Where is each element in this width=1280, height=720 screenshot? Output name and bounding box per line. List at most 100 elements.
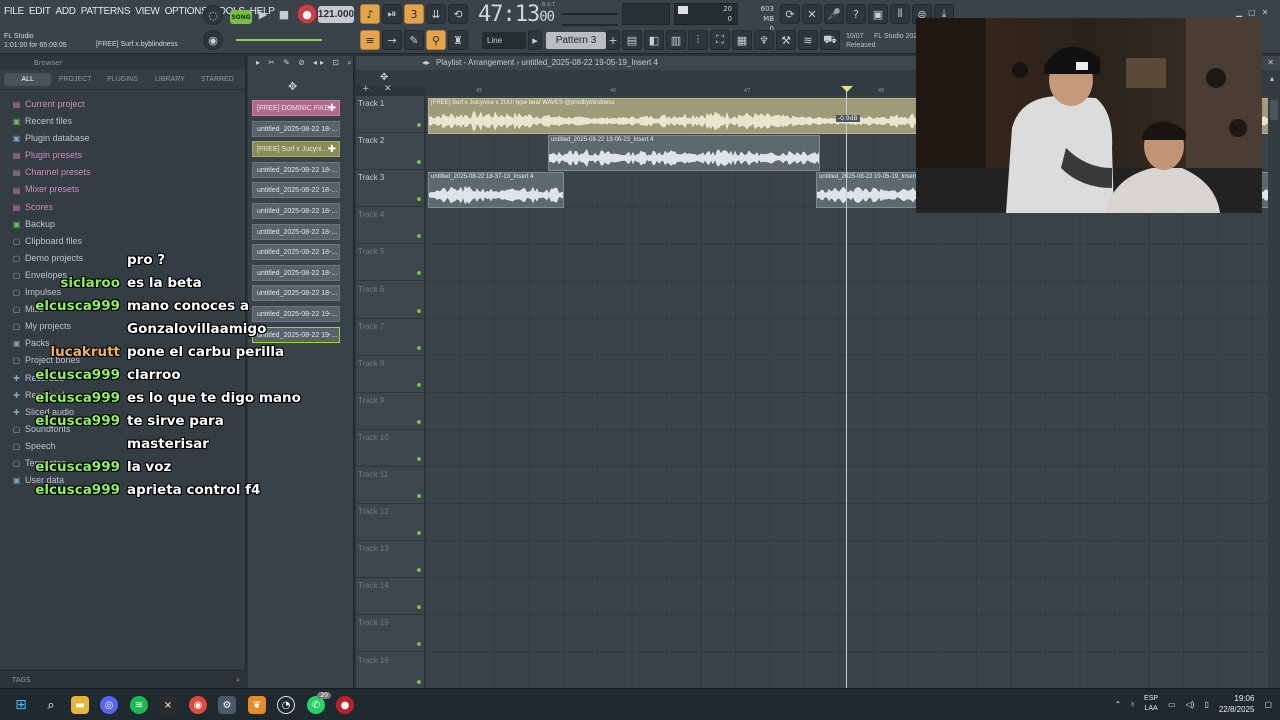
fl-studio-icon[interactable]: ❦	[248, 696, 266, 714]
track-mute-led-icon[interactable]	[417, 345, 421, 350]
picker-clip[interactable]: untitled_2025-08-22 18-...	[252, 120, 340, 137]
track-mute-led-icon[interactable]	[417, 456, 421, 461]
x-icon[interactable]: ✕	[384, 84, 392, 94]
pattern-prev-icon[interactable]: ▸	[528, 30, 542, 50]
track-header[interactable]: Track 8	[356, 356, 424, 393]
picker-clip[interactable]: untitled_2025-08-22 18-...	[252, 223, 340, 240]
browser-item[interactable]: ▢ Clipboard files	[12, 233, 245, 250]
clip-menu-icon[interactable]: ✚	[328, 142, 336, 156]
menu-patterns[interactable]: PATTERNS	[81, 6, 131, 17]
menu-add[interactable]: ADD	[56, 6, 77, 17]
browser-item[interactable]: ▢ Misc	[12, 301, 245, 318]
track-mute-led-icon[interactable]	[417, 382, 421, 387]
track-header[interactable]: Track 15	[356, 615, 424, 653]
undo-history-icon[interactable]: ⟳	[780, 4, 800, 24]
discord-icon[interactable]: ◎	[100, 696, 118, 714]
browser-item[interactable]: ▢ Templates	[12, 455, 245, 472]
playhead-marker-icon[interactable]	[841, 86, 853, 92]
plugin-picker-icon[interactable]: ▦	[732, 30, 752, 50]
browser-item[interactable]: ▢ Impulses	[12, 284, 245, 301]
picker-clip[interactable]: untitled_2025-08-22 18-...	[252, 244, 340, 261]
browser-item[interactable]: ▣ Recent files	[12, 113, 245, 130]
track-mute-led-icon[interactable]	[417, 494, 421, 499]
track-header[interactable]: Track 10	[356, 430, 424, 467]
maximize-icon[interactable]: ▢	[1248, 8, 1256, 17]
language-indicator[interactable]: ESP LAA	[1144, 694, 1158, 714]
pattern-song-toggle[interactable]: SONG	[230, 10, 252, 24]
browser-item[interactable]: ▤ Scores	[12, 199, 245, 216]
spotify-icon[interactable]: ≋	[130, 696, 148, 714]
picker-clip[interactable]: untitled_2025-08-22 18-...	[252, 161, 340, 178]
audio-clip[interactable]: untitled_2025-08-22 18-37-13_Insert 4	[428, 172, 564, 208]
stop-icon[interactable]: ■	[274, 4, 294, 24]
wave-icon[interactable]: ≋	[798, 30, 818, 50]
browser-item[interactable]: ▣ User data	[12, 472, 245, 489]
picker-clip[interactable]: [FREE] DOMINIC FIKE... ✚	[252, 100, 340, 116]
track-mute-led-icon[interactable]	[417, 123, 421, 128]
track-header[interactable]: Track 13	[356, 541, 424, 579]
browser-item[interactable]: ▣ Plugin database	[12, 130, 245, 147]
picker-clip[interactable]: untitled_2025-08-22 18-...	[252, 182, 340, 199]
track-header[interactable]: Track 7	[356, 319, 424, 356]
picker-clip[interactable]: untitled_2025-08-22 18-...	[252, 285, 340, 302]
pitch-slider[interactable]	[562, 13, 618, 15]
arrow-icon[interactable]: →	[382, 30, 402, 50]
tray-expand-icon[interactable]: ⌃	[1114, 700, 1121, 709]
picker-clip[interactable]: untitled_2025-08-22 18-...	[252, 264, 340, 281]
browser-item[interactable]: ▤ Plugin presets	[12, 147, 245, 164]
browser-item[interactable]: ▣ Packs	[12, 335, 245, 352]
browser-item[interactable]: ▢ Project bones	[12, 352, 245, 369]
tab-plugins[interactable]: PLUGINS	[99, 76, 146, 83]
countdown-icon[interactable]: 3	[404, 4, 424, 24]
menu-options[interactable]: OPTIONS	[165, 6, 208, 17]
browser-window-icon[interactable]: ⛶	[710, 30, 730, 50]
menu-edit[interactable]: EDIT	[29, 6, 51, 17]
battery-icon[interactable]: ▯	[1204, 700, 1208, 709]
whatsapp-icon[interactable]: ✆ 20	[307, 692, 331, 714]
stamp-icon[interactable]: ♜	[448, 30, 468, 50]
track-header[interactable]: Track 14	[356, 578, 424, 616]
mic-tray-icon[interactable]: ♮	[1131, 700, 1134, 709]
news-panel[interactable]: 10/07 FL Studio 2025 Released	[846, 32, 921, 50]
pattern-select[interactable]: Pattern 3	[546, 32, 606, 49]
track-mute-led-icon[interactable]	[417, 160, 421, 165]
browser-item[interactable]: ▤ Mixer presets	[12, 181, 245, 198]
metronome-knob-icon[interactable]: ◌	[203, 5, 223, 25]
browser-item[interactable]: ▢ My projects	[12, 318, 245, 335]
track-mute-led-icon[interactable]	[417, 197, 421, 202]
blend-notes-icon[interactable]: ⇊	[426, 4, 446, 24]
tab-library[interactable]: LIBRARY	[146, 76, 193, 83]
notifications-icon[interactable]: ▢	[1264, 700, 1272, 709]
playlist-menu-icon[interactable]: ◂▸	[422, 56, 430, 70]
volume-icon[interactable]: ◁)	[1186, 700, 1195, 709]
add-track-icon[interactable]: ✥	[380, 72, 388, 83]
channel-rack-icon[interactable]: ▥	[666, 30, 686, 50]
track-header[interactable]: Track 9	[356, 393, 424, 430]
playlist-tools-icon[interactable]: ▸ ✂ ✎ ⊘ ◂▸ ⊡ ⌕	[256, 56, 355, 70]
plus-icon[interactable]: +	[362, 84, 370, 94]
settings-icon[interactable]: ⚙	[218, 696, 236, 714]
file-explorer-icon[interactable]: ▬	[71, 696, 89, 714]
tempo-tapper-icon[interactable]: ⚒	[776, 30, 796, 50]
track-header[interactable]: Track 16	[356, 653, 424, 690]
browser-item[interactable]: ▢ Demo projects	[12, 250, 245, 267]
vertical-scrollbar[interactable]: ▴	[1268, 70, 1280, 688]
pattern-add-icon[interactable]: +	[606, 30, 620, 50]
move-icon[interactable]: ✥	[288, 80, 297, 93]
track-mute-led-icon[interactable]	[417, 234, 421, 239]
track-mute-led-icon[interactable]	[417, 605, 421, 610]
scrollbar-thumb[interactable]	[1270, 100, 1278, 120]
master-knob-icon[interactable]: ◉	[203, 30, 223, 50]
help-icon[interactable]: ?	[846, 4, 866, 24]
browser-item[interactable]: ▤ Channel presets	[12, 164, 245, 181]
playlist-window-icon[interactable]: ▤	[622, 30, 642, 50]
track-mute-led-icon[interactable]	[417, 419, 421, 424]
track-mute-led-icon[interactable]	[417, 308, 421, 313]
capcut-icon[interactable]: ⨯	[159, 696, 177, 714]
picker-clip[interactable]: untitled_2025-08-22 19-...	[252, 306, 340, 322]
step-edit-icon[interactable]: ⏯	[382, 4, 402, 24]
chrome-icon[interactable]: ◉	[189, 696, 207, 714]
browser-item[interactable]: ▢ Speech	[12, 438, 245, 455]
browser-item[interactable]: ✚ Rendered	[12, 387, 245, 404]
playhead[interactable]	[846, 86, 847, 688]
